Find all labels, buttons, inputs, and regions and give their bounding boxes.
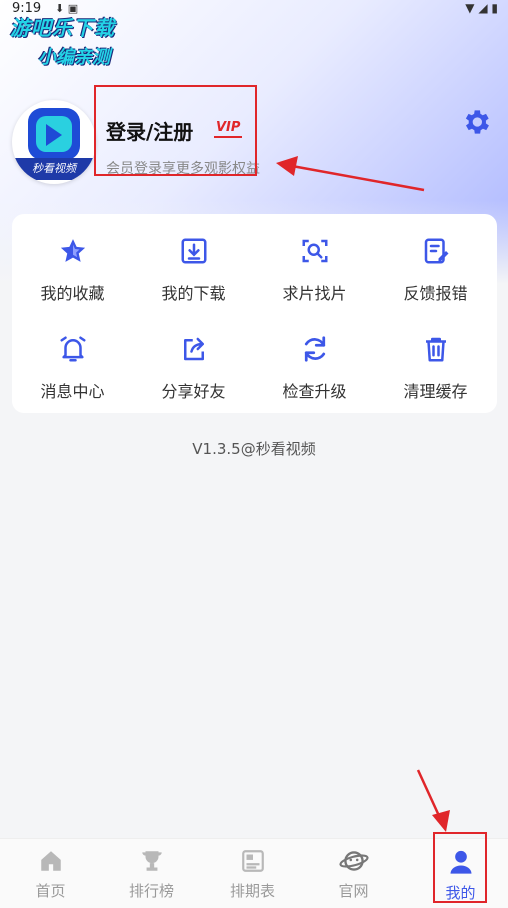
battery-wifi-icons: ▼ ◢ ▮ (465, 1, 498, 15)
scan-search-icon (302, 239, 327, 263)
refresh-icon (304, 336, 325, 362)
star-icon (60, 239, 85, 262)
menu-item-messages[interactable]: 消息中心 (12, 334, 133, 424)
trash-icon (425, 337, 446, 362)
nav-item-schedule[interactable]: 排期表 (202, 839, 303, 908)
menu-item-feedback[interactable]: 反馈报错 (375, 236, 496, 326)
menu-item-label: 消息中心 (40, 382, 105, 401)
menu-item-label: 我的下载 (161, 284, 226, 303)
menu-item-label: 我的收藏 (40, 284, 105, 303)
menu-item-favorites[interactable]: 我的收藏 (12, 236, 133, 326)
avatar[interactable]: 秒看视频 (12, 100, 96, 184)
nav-label: 排期表 (229, 882, 275, 900)
avatar-caption: 秒看视频 (12, 158, 96, 180)
nav-item-home[interactable]: 首页 (0, 839, 101, 908)
menu-item-label: 反馈报错 (403, 284, 468, 303)
menu-item-clear-cache[interactable]: 清理缓存 (375, 334, 496, 424)
watermark: 游吧乐下载 小编亲测 (10, 12, 150, 69)
menu-item-share[interactable]: 分享好友 (133, 334, 254, 424)
annotation-box-login (94, 85, 257, 176)
nav-label: 首页 (35, 882, 66, 900)
menu-item-label: 求片找片 (282, 284, 347, 303)
menu-item-label: 清理缓存 (403, 382, 468, 401)
bell-icon (60, 336, 85, 362)
watermark-line1: 游吧乐下载 (10, 16, 115, 40)
menu-item-request[interactable]: 求片找片 (254, 236, 375, 326)
menu-card: 我的收藏 我的下载 求片找片 反馈报错 消息中心 分享好友 检查升级 清理缓存 (12, 214, 497, 413)
nav-item-ranking[interactable]: 排行榜 (101, 839, 202, 908)
gear-icon[interactable] (460, 106, 492, 138)
trophy-icon (141, 851, 162, 871)
nav-item-website[interactable]: 官网 (303, 839, 404, 908)
home-icon (40, 851, 61, 871)
bottom-nav: 首页 排行榜 排期表 官网 我的 (0, 838, 508, 908)
play-icon (46, 124, 62, 146)
app-version: V1.3.5@秒看视频 (192, 440, 316, 458)
share-icon (183, 337, 204, 361)
watermark-line2: 小编亲测 (38, 47, 110, 68)
planet-icon (338, 851, 369, 871)
nav-label: 官网 (338, 882, 369, 900)
feedback-icon (424, 238, 448, 264)
download-icon (181, 238, 206, 264)
menu-item-label: 检查升级 (282, 382, 347, 401)
menu-item-update[interactable]: 检查升级 (254, 334, 375, 424)
nav-label: 排行榜 (128, 882, 174, 900)
schedule-icon (241, 850, 264, 872)
menu-item-label: 分享好友 (161, 382, 226, 401)
menu-item-downloads[interactable]: 我的下载 (133, 236, 254, 326)
annotation-box-mine (433, 832, 487, 903)
